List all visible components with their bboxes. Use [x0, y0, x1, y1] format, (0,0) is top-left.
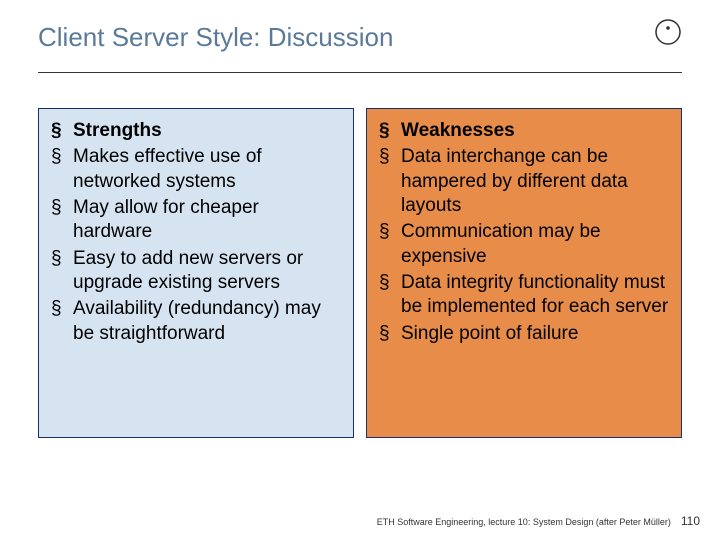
- list-item: Data interchange can be hampered by diff…: [379, 145, 669, 218]
- list-item: Single point of failure: [379, 322, 669, 346]
- title-rule: [38, 72, 682, 73]
- strengths-list: Strengths Makes effective use of network…: [51, 119, 341, 346]
- weaknesses-list: Weaknesses Data interchange can be hampe…: [379, 119, 669, 346]
- list-item: Makes effective use of networked systems: [51, 145, 341, 194]
- page-number: 110: [681, 514, 700, 528]
- strengths-heading: Strengths: [51, 119, 341, 143]
- weaknesses-box: Weaknesses Data interchange can be hampe…: [366, 108, 682, 438]
- list-item: Communication may be expensive: [379, 220, 669, 269]
- slide: Client Server Style: Discussion Strength…: [0, 0, 720, 540]
- content-row: Strengths Makes effective use of network…: [38, 108, 682, 438]
- logo-icon: [654, 18, 682, 46]
- footer-text: ETH Software Engineering, lecture 10: Sy…: [377, 517, 671, 527]
- list-item: Easy to add new servers or upgrade exist…: [51, 247, 341, 296]
- list-item: May allow for cheaper hardware: [51, 196, 341, 245]
- list-item: Data integrity functionality must be imp…: [379, 271, 669, 320]
- strengths-box: Strengths Makes effective use of network…: [38, 108, 354, 438]
- weaknesses-heading: Weaknesses: [379, 119, 669, 143]
- page-title: Client Server Style: Discussion: [38, 22, 393, 53]
- list-item: Availability (redundancy) may be straigh…: [51, 297, 341, 346]
- footer: ETH Software Engineering, lecture 10: Sy…: [377, 514, 700, 528]
